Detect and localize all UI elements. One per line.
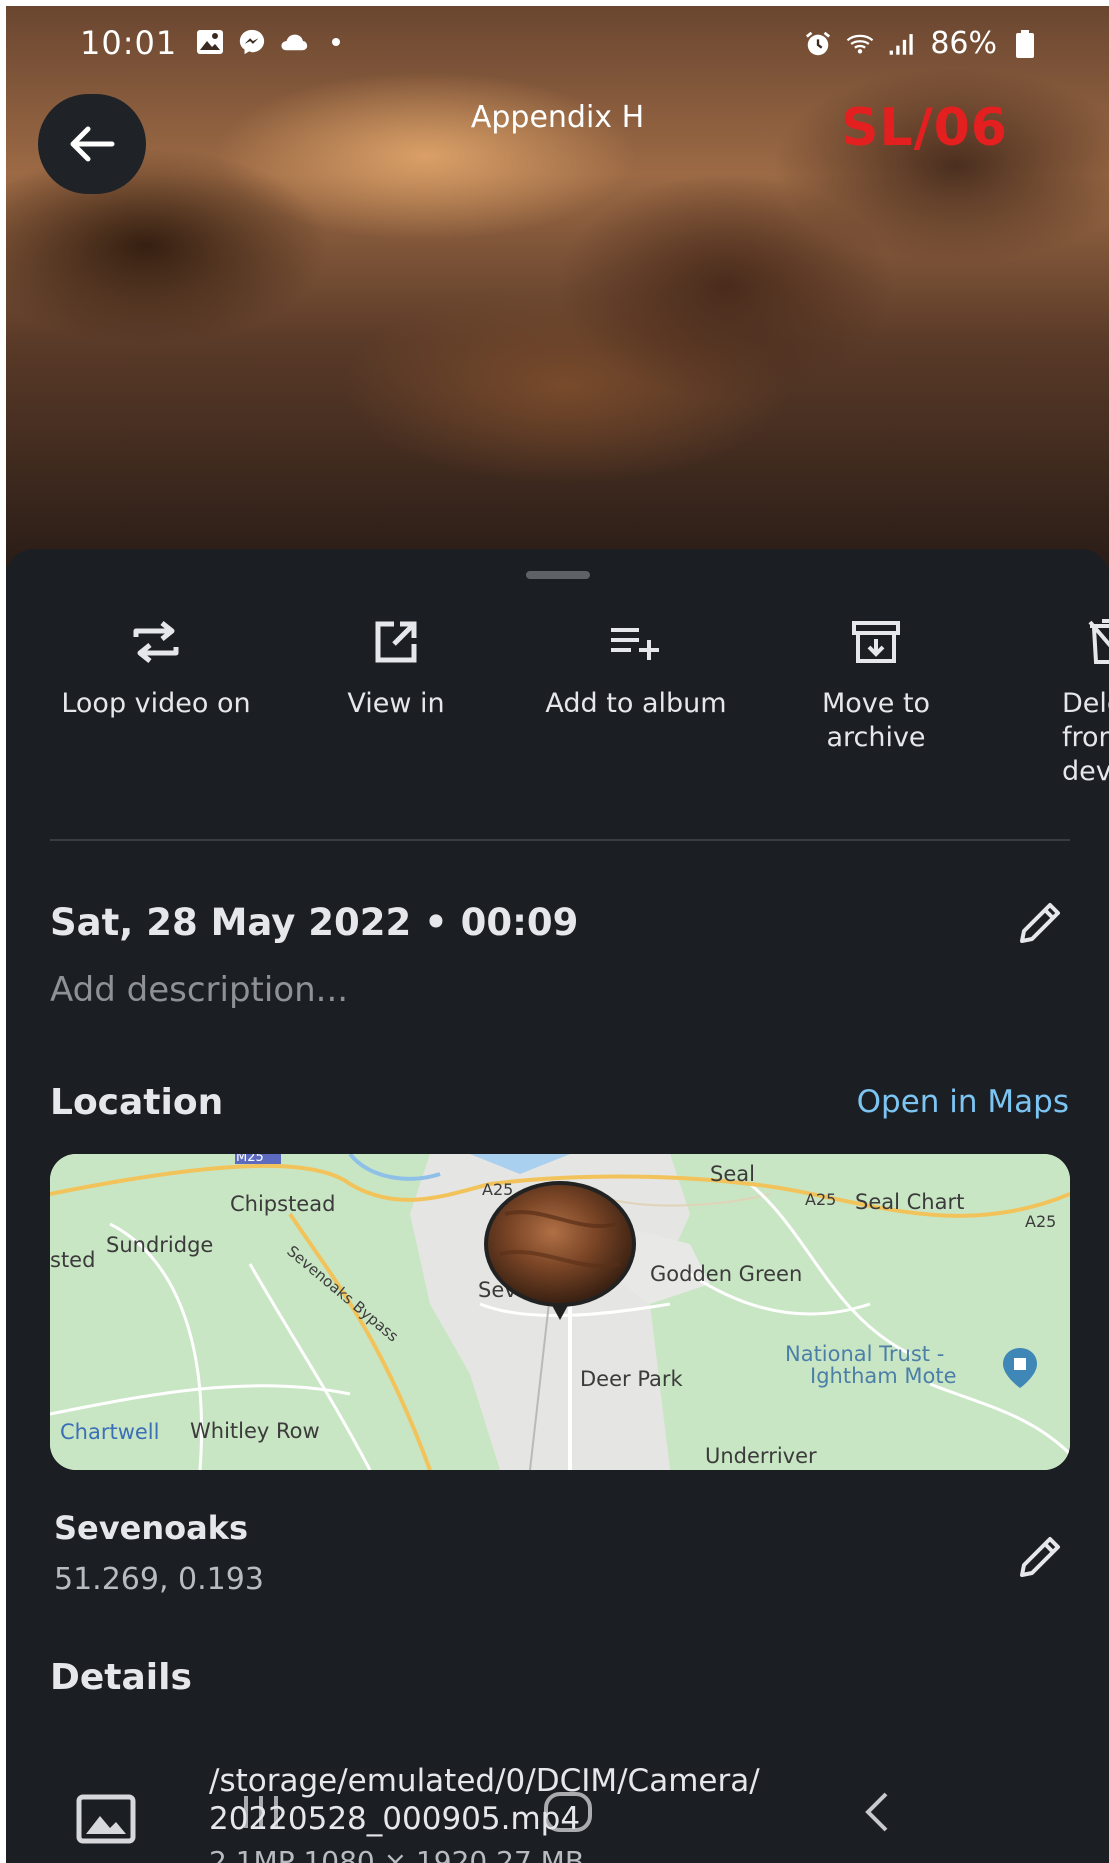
open-in-maps-link[interactable]: Open in Maps — [857, 1084, 1069, 1120]
overlay-tag: SL/06 — [841, 98, 1008, 158]
wifi-icon — [846, 30, 874, 58]
pencil-icon — [1020, 903, 1060, 943]
map-label-chartwell: Chartwell — [60, 1420, 160, 1444]
loop-icon — [56, 607, 256, 677]
map-label-whitley-row: Whitley Row — [190, 1419, 320, 1443]
map-label-chipstead: Chipstead — [230, 1192, 336, 1216]
alarm-icon — [804, 30, 832, 58]
view-in-button[interactable]: View in — [296, 607, 496, 721]
open-external-icon — [296, 607, 496, 677]
map-label-godden-green: Godden Green — [650, 1262, 803, 1286]
nav-back-button[interactable] — [838, 1782, 918, 1842]
battery-icon — [1011, 29, 1039, 58]
map-label-national-trust: National Trust - — [785, 1342, 945, 1366]
home-button[interactable] — [528, 1782, 608, 1842]
coordinates: 51.269, 0.193 — [54, 1562, 264, 1597]
landmark-pin-icon — [1003, 1348, 1037, 1388]
description-input[interactable]: Add description... — [50, 970, 348, 1010]
archive-icon — [776, 607, 976, 677]
battery-percent: 86% — [930, 26, 997, 61]
cloud-icon — [280, 28, 308, 56]
map-label-sted: sted — [50, 1248, 96, 1272]
status-time: 10:01 — [80, 24, 178, 62]
delete-from-device-button[interactable]: Delete from device — [1016, 607, 1109, 789]
pencil-icon — [1020, 1537, 1060, 1577]
move-to-archive-label: Move to archive — [821, 688, 931, 753]
home-icon — [544, 1792, 592, 1832]
status-bar: 10:01 86% — [6, 6, 1109, 78]
location-heading: Location — [50, 1082, 224, 1123]
divider — [50, 839, 1070, 841]
map-label-underriver: Underriver — [705, 1444, 817, 1468]
place-name: Sevenoaks — [54, 1509, 248, 1547]
playlist-add-icon — [536, 607, 736, 677]
signal-icon — [888, 30, 916, 58]
loop-video-label: Loop video on — [61, 688, 251, 719]
info-sheet: Loop video on View in Add to album Move … — [6, 549, 1109, 1863]
map-label-a25-right: A25 — [1025, 1212, 1057, 1231]
add-to-album-label: Add to album — [545, 688, 727, 719]
map-label-ightham-mote: Ightham Mote — [810, 1364, 957, 1388]
drag-handle[interactable] — [526, 571, 590, 579]
map-label-deer-park: Deer Park — [580, 1367, 683, 1391]
screen: 10:01 86% Appendix H SL/06 Loop video on… — [6, 6, 1109, 1863]
photo-location-pin[interactable] — [480, 1174, 640, 1322]
edit-date-button[interactable] — [1012, 895, 1068, 951]
delete-icon — [1016, 607, 1109, 677]
messenger-icon — [238, 28, 266, 56]
recents-icon — [244, 1796, 278, 1828]
video-preview[interactable] — [6, 6, 1109, 566]
navigation-bar — [6, 1776, 1109, 1863]
date-time: Sat, 28 May 2022 • 00:09 — [50, 901, 579, 944]
map-label-a25-mid: A25 — [805, 1190, 837, 1209]
map-label-seal-chart: Seal Chart — [855, 1190, 965, 1214]
edit-location-button[interactable] — [1012, 1529, 1068, 1585]
details-heading: Details — [50, 1657, 192, 1698]
map-label-m25: M25 — [236, 1154, 264, 1165]
back-icon — [865, 1792, 888, 1832]
recents-button[interactable] — [221, 1782, 301, 1842]
gallery-icon — [196, 28, 224, 56]
add-to-album-button[interactable]: Add to album — [536, 607, 736, 721]
move-to-archive-button[interactable]: Move to archive — [776, 607, 976, 755]
map-label-sundridge: Sundridge — [106, 1233, 214, 1257]
view-in-label: View in — [347, 688, 445, 719]
delete-from-device-label: Delete from device — [1062, 688, 1109, 787]
dot-icon — [322, 28, 350, 56]
location-map[interactable]: M25 Chipstead Sundridge sted Sevenoaks B… — [50, 1154, 1070, 1470]
loop-video-button[interactable]: Loop video on — [56, 607, 256, 721]
map-label-seal: Seal — [710, 1162, 755, 1186]
